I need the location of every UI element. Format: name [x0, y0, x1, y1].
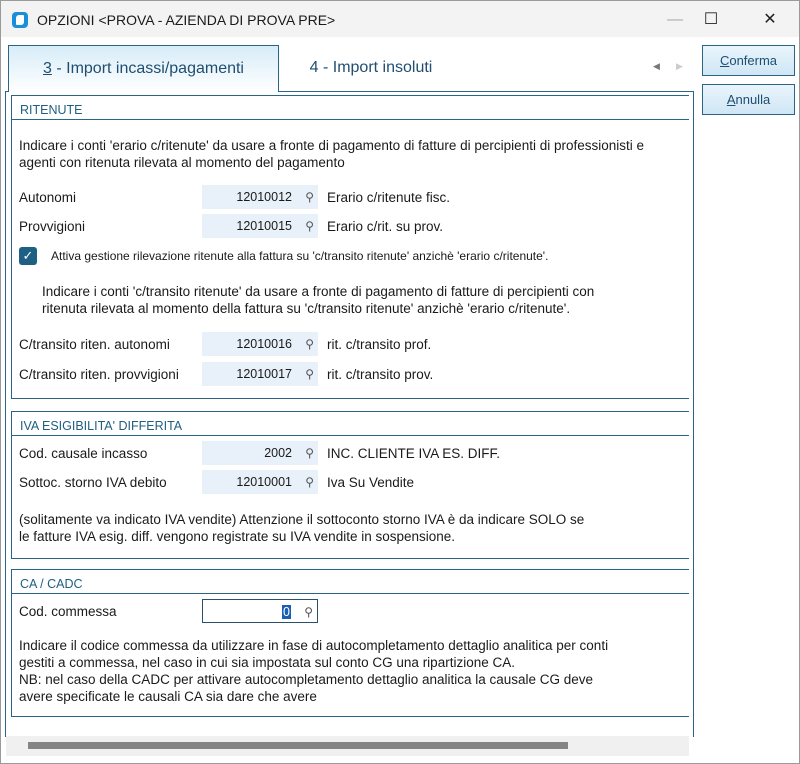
confirm-button[interactable]: Conferma [702, 45, 795, 76]
commessa-input[interactable]: 0 ⚲ [202, 599, 318, 623]
note-text: gestiti a commessa, nel caso in cui sia … [19, 655, 515, 670]
account-description: INC. CLIENTE IVA ES. DIFF. [327, 446, 501, 461]
tab-next-icon[interactable]: ▶ [676, 61, 683, 72]
minimize-button[interactable]: — [655, 7, 695, 33]
transito-checkbox[interactable]: ✓ [19, 247, 37, 265]
account-description: Erario c/ritenute fisc. [327, 190, 451, 205]
tab-prev-icon[interactable]: ◀ [653, 61, 660, 72]
cancel-button[interactable]: Annulla [702, 84, 795, 115]
scrollbar-thumb[interactable] [28, 742, 568, 749]
search-icon[interactable]: ⚲ [305, 185, 314, 209]
account-description: Erario c/rit. su prov. [327, 219, 444, 234]
maximize-button[interactable]: ☐ [691, 7, 731, 33]
section-header: CA / CADC [12, 570, 689, 594]
options-window: OPZIONI <PROVA - AZIENDA DI PROVA PRE> —… [0, 0, 800, 764]
title-bar: OPZIONI <PROVA - AZIENDA DI PROVA PRE> —… [1, 1, 799, 37]
account-description: rit. c/transito prof. [327, 337, 432, 352]
causale-incasso-input[interactable]: 2002 ⚲ [202, 441, 318, 465]
field-label: Autonomi [19, 190, 77, 205]
tab-hotkey: 3 [43, 60, 52, 77]
search-icon[interactable]: ⚲ [305, 214, 314, 238]
field-label: Provvigioni [19, 219, 86, 234]
note-text: Indicare i conti 'c/transito ritenute' d… [42, 284, 595, 299]
tab-import-insoluti[interactable]: 4 - Import insoluti [281, 45, 461, 92]
transito-autonomi-input[interactable]: 12010016 ⚲ [202, 332, 318, 356]
note-text: Indicare il codice commessa da utilizzar… [19, 638, 609, 653]
horizontal-scrollbar[interactable] [6, 736, 689, 756]
note-text: le fatture IVA esig. diff. vengono regis… [19, 529, 456, 544]
storno-iva-input[interactable]: 12010001 ⚲ [202, 470, 318, 494]
field-label: C/transito riten. autonomi [19, 337, 170, 352]
note-text: NB: nel caso della CADC per attivare aut… [19, 672, 594, 687]
section-header: IVA ESIGIBILITA' DIFFERITA [12, 412, 689, 436]
account-description: Iva Su Vendite [327, 475, 415, 490]
search-icon[interactable]: ⚲ [305, 362, 314, 386]
provvigioni-input[interactable]: 12010015 ⚲ [202, 214, 318, 238]
field-label: Cod. commessa [19, 604, 117, 619]
field-label: Cod. causale incasso [19, 446, 148, 461]
account-description: rit. c/transito prov. [327, 367, 434, 382]
checkbox-label[interactable]: Attiva gestione rilevazione ritenute all… [51, 249, 548, 263]
field-label: Sottoc. storno IVA debito [19, 475, 167, 490]
search-icon[interactable]: ⚲ [305, 441, 314, 465]
section-header: RITENUTE [12, 96, 689, 120]
close-button[interactable]: ✕ [750, 7, 790, 33]
note-text: ritenuta rilevata al momento della fattu… [42, 301, 571, 316]
transito-provvigioni-input[interactable]: 12010017 ⚲ [202, 362, 318, 386]
search-icon[interactable]: ⚲ [304, 600, 313, 624]
search-icon[interactable]: ⚲ [305, 332, 314, 356]
intro-text: Indicare i conti 'erario c/ritenute' da … [19, 138, 645, 153]
note-text: avere specificate le causali CA sia dare… [19, 689, 317, 704]
field-label: C/transito riten. provvigioni [19, 367, 179, 382]
note-text: (solitamente va indicato IVA vendite) At… [19, 512, 585, 527]
window-title: OPZIONI <PROVA - AZIENDA DI PROVA PRE> [37, 12, 336, 28]
tab-import-incassi[interactable]: 3 - Import incassi/pagamenti [8, 45, 279, 92]
autonomi-input[interactable]: 12010012 ⚲ [202, 185, 318, 209]
tab-label: - Import incassi/pagamenti [51, 60, 244, 77]
intro-text: agenti con ritenuta rilevata al momento … [19, 155, 345, 170]
app-icon [12, 12, 28, 28]
search-icon[interactable]: ⚲ [305, 470, 314, 494]
